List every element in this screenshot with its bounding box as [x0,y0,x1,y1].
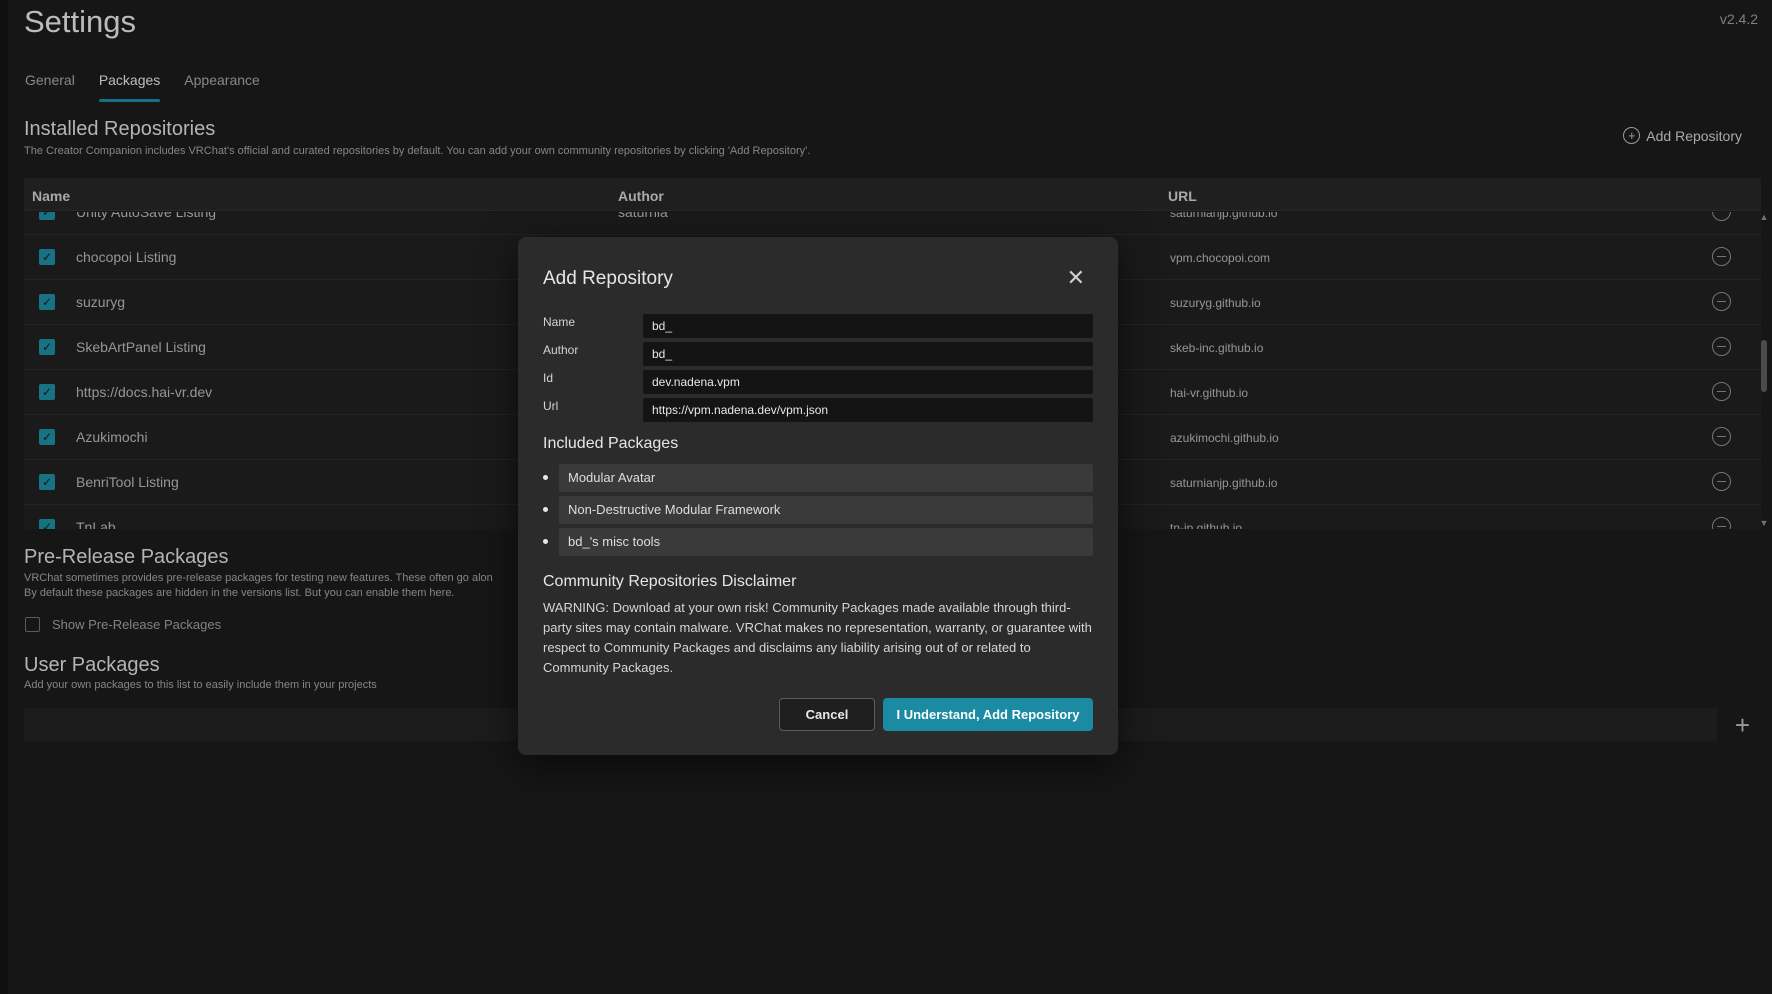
url-label: Url [543,399,559,413]
close-icon[interactable]: ✕ [1067,267,1085,289]
disclaimer-text: WARNING: Download at your own risk! Comm… [543,600,1092,675]
author-input[interactable] [643,342,1093,366]
name-input[interactable] [643,314,1093,338]
add-repository-dialog: Add Repository ✕ Name Author Id Url Incl… [518,237,1118,755]
dialog-title: Add Repository [543,268,673,289]
bullet-icon [543,539,548,544]
package-name: Non-Destructive Modular Framework [559,496,1093,524]
bullet-icon [543,507,548,512]
id-label: Id [543,371,554,385]
package-name: bd_'s misc tools [559,528,1093,556]
list-item: Non-Destructive Modular Framework [543,496,1093,524]
list-item: bd_'s misc tools [543,528,1093,556]
package-name: Modular Avatar [559,464,1093,492]
list-item: Modular Avatar [543,464,1093,492]
cancel-button[interactable]: Cancel [779,698,875,731]
included-packages-title: Included Packages [543,435,679,452]
url-input[interactable] [643,398,1093,422]
bullet-icon [543,475,548,480]
confirm-add-repository-button[interactable]: I Understand, Add Repository [883,698,1093,731]
disclaimer-title: Community Repositories Disclaimer [543,573,797,590]
author-label: Author [543,343,579,357]
id-input[interactable] [643,370,1093,394]
name-label: Name [543,315,576,329]
